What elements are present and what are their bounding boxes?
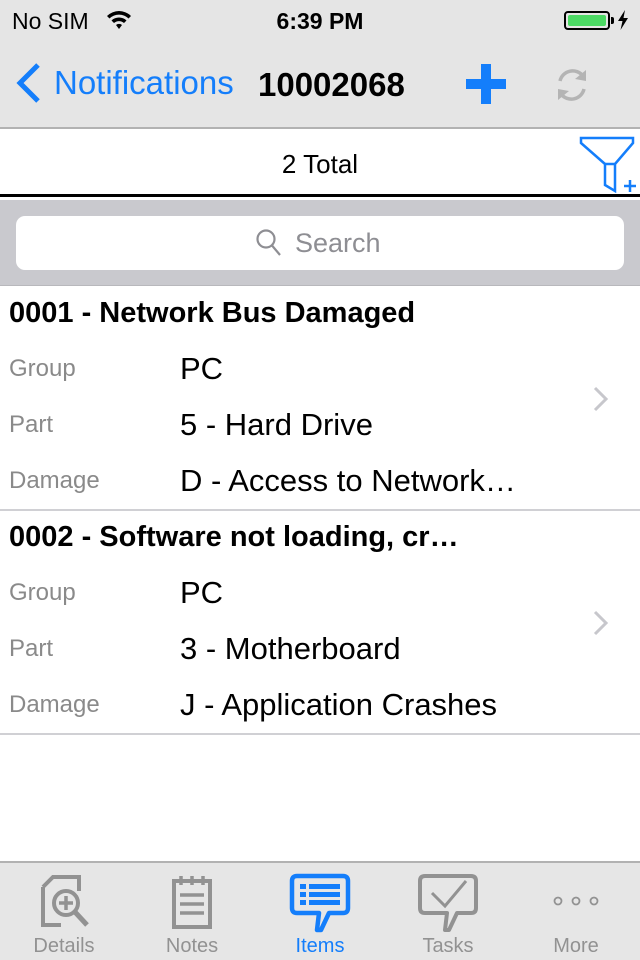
navigation-bar: Notifications 10002068 (0, 40, 640, 128)
tab-label: Tasks (422, 935, 474, 957)
battery-fill (568, 15, 606, 26)
refresh-icon[interactable] (552, 66, 592, 104)
part-value: 3 - Motherboard (180, 631, 401, 666)
items-list: 0001 - Network Bus Damaged Group PC Part… (0, 287, 640, 735)
group-label: Group (9, 355, 76, 382)
search-input[interactable] (295, 227, 385, 259)
damage-value: J - Application Crashes (180, 687, 498, 722)
total-count: 2 Total (281, 149, 359, 179)
back-label: Notifications (54, 64, 234, 101)
battery-tip (611, 17, 614, 24)
damage-value: D - Access to Network… (180, 463, 516, 498)
part-label: Part (9, 635, 54, 662)
search-icon (256, 229, 281, 256)
back-button[interactable]: Notifications (14, 62, 234, 104)
check-bubble-icon (418, 874, 478, 932)
group-label: Group (9, 579, 76, 606)
list-item[interactable]: 0001 - Network Bus Damaged Group PC Part… (0, 287, 640, 511)
status-bar: No SIM 6:39 PM (0, 0, 640, 40)
search-field[interactable] (16, 216, 624, 270)
item-title: 0002 - Software not loading, cr… (9, 521, 459, 553)
list-bubble-icon (289, 873, 351, 933)
tab-more[interactable]: More (512, 863, 640, 960)
charging-bolt-icon (618, 10, 628, 30)
tab-bar: Details Notes Items Tasks More (0, 861, 640, 960)
chevron-right-icon (593, 386, 609, 412)
group-value: PC (180, 575, 224, 610)
page-title: 10002068 (258, 66, 405, 103)
tab-label: More (553, 935, 599, 957)
chevron-right-icon (593, 610, 609, 636)
top-bar: No SIM 6:39 PM Notifications 10002068 (0, 0, 640, 129)
part-label: Part (9, 411, 54, 438)
filter-add-icon[interactable] (578, 135, 636, 193)
summary-bar: 2 Total (0, 129, 640, 197)
tab-tasks[interactable]: Tasks (384, 863, 512, 960)
tab-details[interactable]: Details (0, 863, 128, 960)
document-zoom-icon (41, 875, 89, 927)
item-title: 0001 - Network Bus Damaged (9, 297, 416, 329)
chevron-left-icon (16, 63, 40, 103)
plus-icon[interactable] (464, 62, 508, 106)
tab-label: Details (33, 935, 95, 957)
notepad-icon (172, 876, 212, 929)
more-dots-icon (553, 896, 599, 906)
tab-items[interactable]: Items (256, 863, 384, 960)
group-value: PC (180, 351, 224, 386)
search-bar (0, 200, 640, 286)
tab-label: Items (295, 935, 345, 957)
tab-label: Notes (165, 935, 219, 957)
tab-notes[interactable]: Notes (128, 863, 256, 960)
battery-icon (564, 11, 610, 30)
damage-label: Damage (9, 691, 100, 718)
part-value: 5 - Hard Drive (180, 407, 373, 442)
list-item[interactable]: 0002 - Software not loading, cr… Group P… (0, 511, 640, 735)
clock: 6:39 PM (276, 8, 364, 34)
damage-label: Damage (9, 467, 100, 494)
